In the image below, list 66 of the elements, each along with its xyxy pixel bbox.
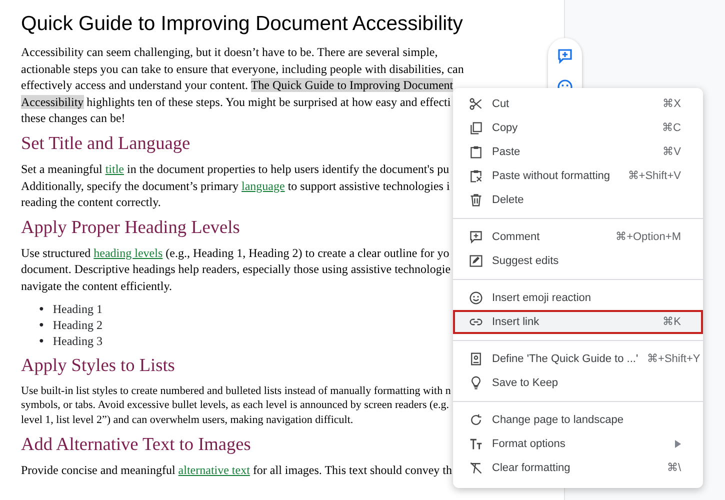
- menu-item[interactable]: Comment ⌘+Option+M: [453, 225, 703, 249]
- menu-item[interactable]: Paste ⌘V: [453, 140, 703, 164]
- copy-icon: [469, 121, 483, 135]
- link[interactable]: alternative text: [178, 462, 250, 477]
- menu-item[interactable]: Clear formatting ⌘\: [453, 456, 703, 480]
- add-comment-icon: [469, 230, 483, 244]
- scissors-icon: [469, 97, 483, 111]
- shortcut-text: ⌘C: [662, 120, 681, 136]
- menu-item[interactable]: Copy ⌘C: [453, 116, 703, 140]
- menu-item[interactable]: Suggest edits: [453, 249, 703, 273]
- list-item: Heading 2: [52, 316, 102, 333]
- paragraph-line: Additionally, specify the document’s primary language to support assistive technologies i: [21, 178, 450, 194]
- paragraph-line: Use built-in list styles to create numbered and bulleted lists instead of manually formatting with n: [21, 384, 451, 398]
- paragraph-line: Use structured heading levels (e.g., Heading 1, Heading 2) to create a clear outline for yo: [21, 244, 450, 262]
- paragraph-line: level 1, list level 2”) and can overwhelm users, making navigation difficult.: [21, 413, 354, 428]
- shortcut-text: ⌘+Shift+Y: [647, 352, 700, 367]
- rotate-icon: [469, 413, 483, 427]
- link[interactable]: title: [105, 162, 124, 176]
- emoji-icon: [469, 291, 483, 305]
- trash-icon: [469, 193, 483, 207]
- paragraph-line: navigate the content efficiently.: [21, 278, 172, 295]
- link[interactable]: heading levels: [94, 246, 163, 260]
- paragraph-line: Accessibility can seem challenging, but it doesn’t have to be. There are several simple,: [21, 44, 438, 61]
- paragraph-line: reading the content correctly.: [21, 194, 161, 211]
- menu-item[interactable]: Cut ⌘X: [453, 92, 703, 116]
- list-item: Heading 1: [52, 300, 102, 317]
- paragraph-line: actionable steps you can take to ensure that everyone, including people with disabilities, can: [21, 60, 464, 78]
- book-icon: [469, 352, 483, 366]
- shortcut-text: ⌘+Shift+V: [628, 168, 681, 184]
- shortcut-text: ⌘V: [662, 144, 681, 160]
- shortcut-text: ⌘K: [662, 314, 681, 330]
- paragraph-line: document. Descriptive headings help readers, especially those using assistive technologie: [21, 261, 451, 278]
- list-item: Heading 3: [52, 332, 102, 349]
- menu-item[interactable]: Save to Keep: [453, 371, 703, 395]
- section-heading: Set Title and Language: [21, 132, 190, 155]
- menu-item[interactable]: Delete: [453, 188, 703, 212]
- clipboard-icon: [469, 145, 483, 159]
- paragraph-line: Accessibility highlights ten of these steps. You might be surprised at how easy and effecti: [21, 94, 451, 110]
- add-comment-icon[interactable]: [557, 48, 573, 64]
- pencil-icon: [469, 254, 483, 268]
- clipboard-icon: [469, 169, 483, 183]
- bullet: ●: [39, 318, 44, 331]
- document-title: Quick Guide to Improving Document Accessibility: [21, 12, 463, 37]
- paragraph-line: Provide concise and meaningful alternative text for all images. This text should convey th: [21, 462, 452, 479]
- shortcut-text: ⌘+Option+M: [616, 230, 681, 245]
- menu-item[interactable]: Paste without formatting ⌘+Shift+V: [453, 164, 703, 188]
- paragraph-line: symbols, or tabs. Avoid excessive bullet levels, as each level is announced by screen readers (e.g.: [21, 398, 450, 414]
- section-heading: Apply Proper Heading Levels: [21, 216, 240, 239]
- bullet: ●: [39, 302, 44, 315]
- menu-item[interactable]: Define 'The Quick Guide to ...' ⌘+Shift+Y: [453, 347, 703, 371]
- section-heading: Apply Styles to Lists: [21, 354, 175, 377]
- menu-item[interactable]: Format options: [453, 432, 703, 456]
- shortcut-text: ⌘X: [662, 96, 681, 112]
- bullet: ●: [39, 334, 44, 347]
- link[interactable]: language: [242, 178, 285, 193]
- shortcut-text: ⌘\: [666, 460, 681, 476]
- clear-format-icon: [469, 461, 483, 475]
- menu-item[interactable]: Change page to landscape: [453, 408, 703, 432]
- menu-item[interactable]: Insert link ⌘K: [453, 310, 703, 334]
- text-size-icon: [469, 437, 483, 451]
- paragraph-line: Set a meaningful title in the document properties to help users identify the document's pu: [21, 160, 450, 178]
- paragraph-line: effectively access and understand your content. The Quick Guide to Improving Document: [21, 77, 454, 94]
- section-heading: Add Alternative Text to Images: [21, 432, 251, 456]
- lightbulb-icon: [469, 376, 483, 390]
- menu-item[interactable]: Insert emoji reaction: [453, 286, 703, 310]
- paragraph-line: these changes can be!: [21, 110, 126, 127]
